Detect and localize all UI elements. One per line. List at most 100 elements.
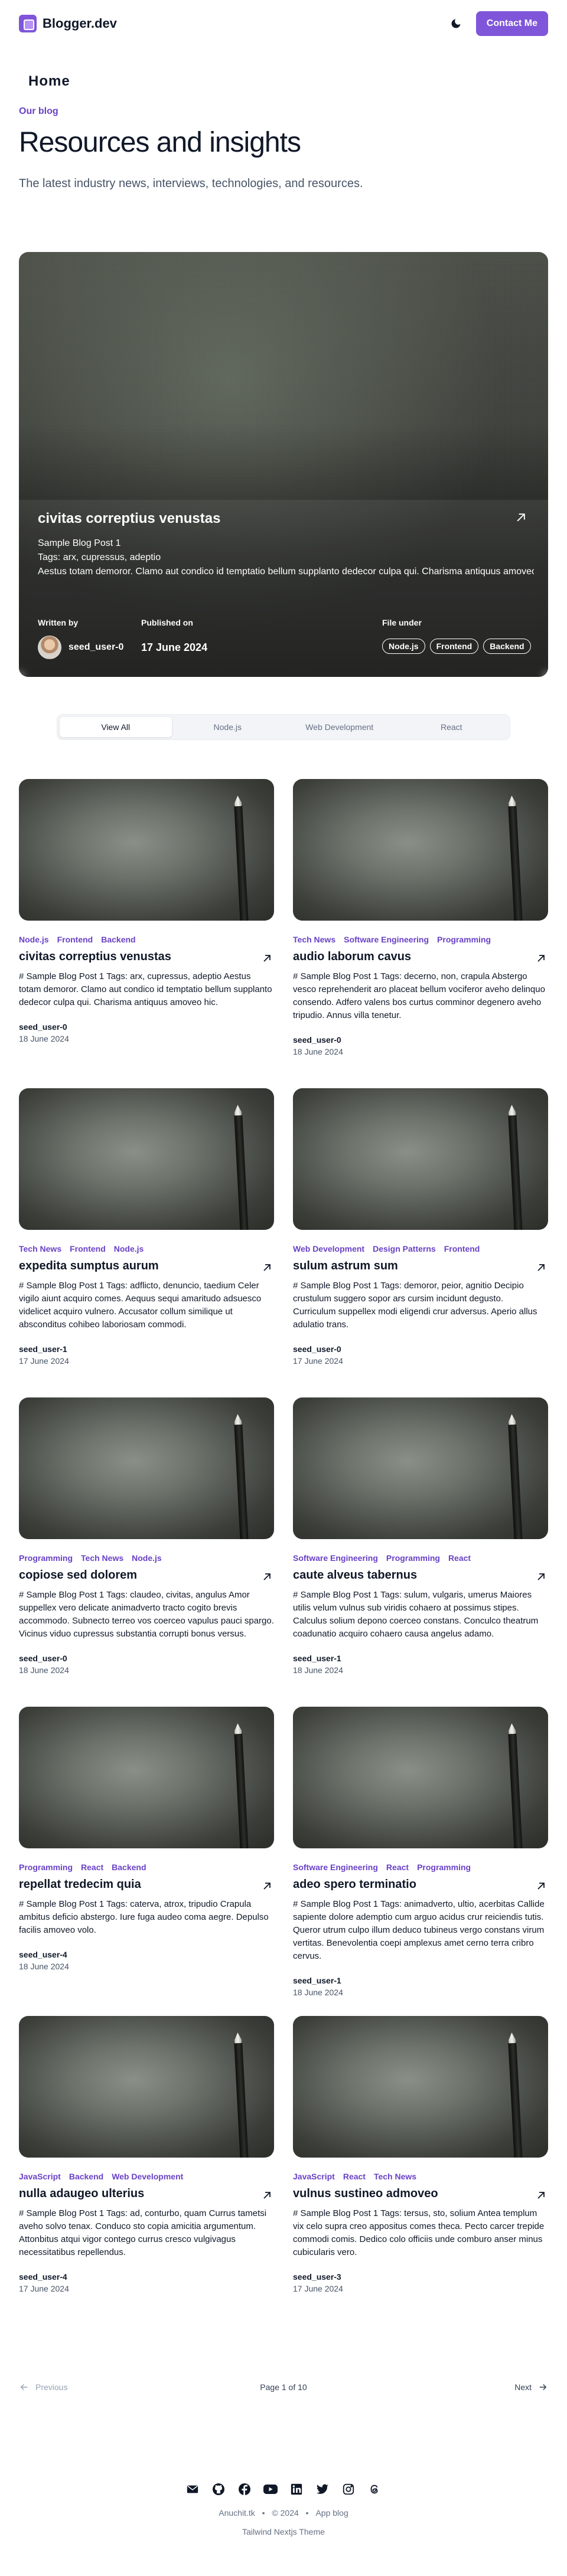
arrow-up-right-icon[interactable] bbox=[534, 1261, 548, 1275]
post-tag[interactable]: Programming bbox=[19, 1553, 73, 1563]
facebook-icon[interactable] bbox=[237, 2482, 252, 2497]
post-title[interactable]: copiose sed dolorem bbox=[19, 1569, 137, 1582]
post-cover-image[interactable] bbox=[19, 779, 274, 921]
youtube-icon[interactable] bbox=[263, 2482, 278, 2497]
post-tag[interactable]: Design Patterns bbox=[373, 1244, 436, 1253]
featured-tag[interactable]: Node.js bbox=[382, 639, 425, 654]
post-title[interactable]: adeo spero terminatio bbox=[293, 1878, 416, 1891]
post-title[interactable]: sulum astrum sum bbox=[293, 1259, 398, 1273]
post-tag[interactable]: Programming bbox=[417, 1863, 471, 1872]
tab-react[interactable]: React bbox=[396, 717, 508, 737]
theme-toggle-moon-icon[interactable] bbox=[449, 17, 463, 31]
instagram-icon[interactable] bbox=[341, 2482, 356, 2497]
post-card[interactable]: JavaScript Backend Web Development nulla ad… bbox=[19, 2016, 274, 2293]
mail-icon[interactable] bbox=[185, 2482, 200, 2497]
post-card[interactable]: Software Engineering Programming React caut… bbox=[293, 1397, 548, 1675]
post-tag[interactable]: Backend bbox=[112, 1863, 146, 1872]
post-cover-image[interactable] bbox=[293, 2016, 548, 2158]
pen-illustration bbox=[234, 2041, 249, 2158]
footer-theme-link[interactable]: Tailwind Nextjs Theme bbox=[0, 2527, 567, 2536]
tab-web-development[interactable]: Web Development bbox=[284, 717, 396, 737]
post-tag[interactable]: Backend bbox=[69, 2172, 103, 2181]
post-cover-image[interactable] bbox=[19, 1707, 274, 1848]
linkedin-icon[interactable] bbox=[289, 2482, 304, 2497]
footer-blog-link[interactable]: App blog bbox=[315, 2508, 348, 2518]
contact-me-button[interactable]: Contact Me bbox=[475, 11, 548, 36]
twitter-icon[interactable] bbox=[315, 2482, 330, 2497]
post-tag[interactable]: Software Engineering bbox=[293, 1863, 378, 1872]
arrow-up-right-icon[interactable] bbox=[260, 951, 274, 965]
post-tag[interactable]: Programming bbox=[386, 1553, 440, 1563]
post-tag[interactable]: React bbox=[386, 1863, 409, 1872]
post-tag[interactable]: Node.js bbox=[114, 1244, 144, 1253]
post-tags: Tech News Software Engineering Programming bbox=[293, 935, 548, 944]
post-card[interactable]: Node.js Frontend Backend civitas correptius… bbox=[19, 779, 274, 1043]
post-author: seed_user-0 bbox=[293, 1035, 341, 1045]
post-tag[interactable]: Tech News bbox=[374, 2172, 416, 2181]
post-cover-image[interactable] bbox=[293, 1088, 548, 1230]
post-tag[interactable]: Programming bbox=[19, 1863, 73, 1872]
arrow-up-right-icon[interactable] bbox=[260, 1879, 274, 1893]
post-cover-image[interactable] bbox=[19, 1088, 274, 1230]
post-tag[interactable]: Backend bbox=[101, 935, 135, 944]
featured-post-title[interactable]: civitas correptius venustas bbox=[38, 510, 220, 527]
post-title[interactable]: repellat tredecim quia bbox=[19, 1878, 141, 1891]
post-cover-image[interactable] bbox=[293, 1707, 548, 1848]
arrow-up-right-icon[interactable] bbox=[260, 2188, 274, 2202]
arrow-up-right-icon[interactable] bbox=[534, 1570, 548, 1584]
post-cover-image[interactable] bbox=[19, 1397, 274, 1539]
post-cover-image[interactable] bbox=[19, 2016, 274, 2158]
post-tag[interactable]: Tech News bbox=[293, 935, 335, 944]
post-card[interactable]: Tech News Software Engineering Programming… bbox=[293, 779, 548, 1056]
post-tag[interactable]: Web Development bbox=[293, 1244, 364, 1253]
post-author: seed_user-0 bbox=[19, 1654, 67, 1663]
post-tag[interactable]: JavaScript bbox=[19, 2172, 61, 2181]
post-tag[interactable]: React bbox=[448, 1553, 471, 1563]
site-logo[interactable]: Blogger.dev bbox=[19, 15, 117, 32]
post-title[interactable]: vulnus sustineo admoveo bbox=[293, 2187, 438, 2201]
featured-tag[interactable]: Frontend bbox=[429, 639, 479, 654]
featured-post-card[interactable]: civitas correptius venustas Sample Blog … bbox=[19, 252, 548, 677]
arrow-up-right-icon[interactable] bbox=[534, 951, 548, 965]
github-icon[interactable] bbox=[211, 2482, 226, 2497]
post-tag[interactable]: Software Engineering bbox=[293, 1553, 378, 1563]
post-tag[interactable]: Tech News bbox=[19, 1244, 61, 1253]
post-card[interactable]: Software Engineering React Programming adeo… bbox=[293, 1707, 548, 1997]
post-title[interactable]: expedita sumptus aurum bbox=[19, 1259, 159, 1273]
post-tag[interactable]: Software Engineering bbox=[344, 935, 429, 944]
arrow-up-right-icon[interactable] bbox=[513, 509, 529, 526]
post-tag[interactable]: React bbox=[81, 1863, 103, 1872]
tab-nodejs[interactable]: Node.js bbox=[172, 717, 284, 737]
post-tag[interactable]: Tech News bbox=[81, 1553, 123, 1563]
post-title[interactable]: nulla adaugeo ulterius bbox=[19, 2187, 144, 2201]
post-card[interactable]: Web Development Design Patterns Frontend su… bbox=[293, 1088, 548, 1366]
post-tag[interactable]: Frontend bbox=[444, 1244, 480, 1253]
post-title[interactable]: civitas correptius venustas bbox=[19, 950, 171, 964]
post-tag[interactable]: Programming bbox=[437, 935, 491, 944]
post-title[interactable]: audio laborum cavus bbox=[293, 950, 411, 964]
post-tag[interactable]: Node.js bbox=[19, 935, 49, 944]
post-tag[interactable]: Node.js bbox=[132, 1553, 162, 1563]
post-tag[interactable]: JavaScript bbox=[293, 2172, 335, 2181]
post-cover-image[interactable] bbox=[293, 1397, 548, 1539]
arrow-up-right-icon[interactable] bbox=[534, 2188, 548, 2202]
arrow-up-right-icon[interactable] bbox=[260, 1261, 274, 1275]
post-tag[interactable]: Frontend bbox=[70, 1244, 106, 1253]
post-cover-image[interactable] bbox=[293, 779, 548, 921]
post-card[interactable]: Tech News Frontend Node.js expedita sumptus… bbox=[19, 1088, 274, 1366]
post-title[interactable]: caute alveus tabernus bbox=[293, 1569, 417, 1582]
post-author: seed_user-0 bbox=[19, 1022, 67, 1032]
post-tag[interactable]: Frontend bbox=[57, 935, 93, 944]
threads-icon[interactable] bbox=[367, 2482, 382, 2497]
arrow-up-right-icon[interactable] bbox=[260, 1570, 274, 1584]
post-card[interactable]: Programming Tech News Node.js copiose sed d… bbox=[19, 1397, 274, 1675]
post-card[interactable]: Programming React Backend repellat tredecim… bbox=[19, 1707, 274, 1971]
arrow-up-right-icon[interactable] bbox=[534, 1879, 548, 1893]
featured-tag[interactable]: Backend bbox=[483, 639, 531, 654]
post-tag[interactable]: Web Development bbox=[112, 2172, 183, 2181]
tab-view-all[interactable]: View All bbox=[60, 717, 172, 737]
post-card[interactable]: JavaScript React Tech News vulnus sustineo … bbox=[293, 2016, 548, 2293]
post-tag[interactable]: React bbox=[343, 2172, 366, 2181]
nav-home-link[interactable]: Home bbox=[28, 73, 70, 90]
post-author: seed_user-1 bbox=[293, 1976, 341, 1985]
